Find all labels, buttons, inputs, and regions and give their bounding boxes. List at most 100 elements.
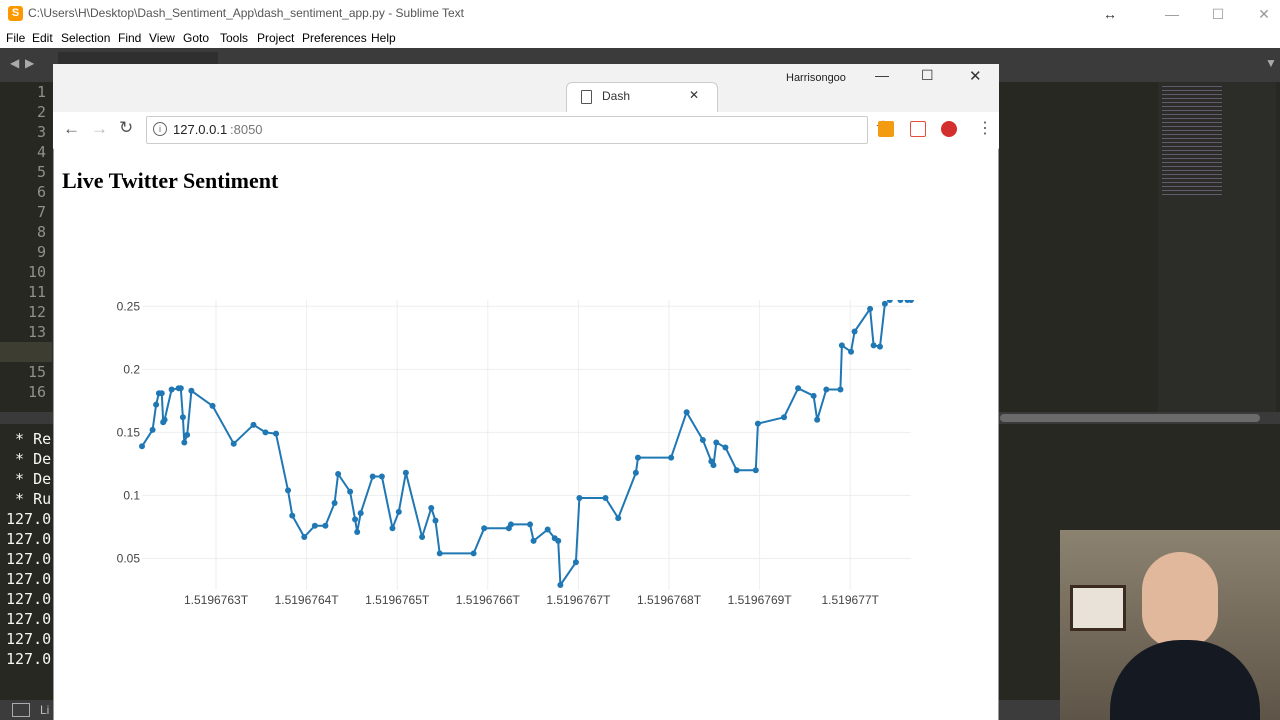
data-point bbox=[322, 522, 329, 529]
data-point bbox=[838, 342, 845, 349]
data-point bbox=[668, 454, 675, 461]
address-bar[interactable]: i 127.0.0.1 :8050 bbox=[146, 116, 868, 144]
x-tick-label: 1.519677T bbox=[822, 593, 880, 607]
extension-clip-icon[interactable] bbox=[910, 121, 926, 137]
menu-kebab-icon[interactable]: ⋮ bbox=[977, 118, 993, 138]
page-icon bbox=[581, 90, 592, 104]
line-number: 7 bbox=[36, 203, 46, 221]
data-point bbox=[357, 510, 364, 517]
data-point bbox=[188, 387, 195, 394]
window-title: C:\Users\H\Desktop\Dash_Sentiment_App\da… bbox=[28, 6, 465, 20]
sentiment-chart[interactable]: 0.05 0.1 0.15 0.2 0.25 1.5196763T 1.5196764T 1.… bbox=[54, 300, 954, 610]
scrollbar-thumb[interactable] bbox=[1000, 414, 1260, 422]
line-number: 5 bbox=[36, 163, 46, 181]
menu-view[interactable]: View bbox=[149, 31, 175, 45]
console-line: 127.0 bbox=[6, 550, 52, 568]
tab-nav-left-icon[interactable]: ◀ bbox=[10, 56, 19, 70]
maximize-button[interactable]: ☐ bbox=[1203, 4, 1233, 24]
data-point bbox=[527, 521, 534, 528]
browser-tab-bar: Harrisongoo — ☐ ✕ bbox=[53, 64, 999, 112]
data-point bbox=[369, 473, 376, 480]
data-point bbox=[713, 439, 720, 446]
x-tick-label: 1.5196766T bbox=[456, 593, 521, 607]
data-point bbox=[634, 454, 641, 461]
menu-bar: File Edit Selection Find View Goto Tools… bbox=[0, 28, 1280, 48]
menu-goto[interactable]: Goto bbox=[183, 31, 209, 45]
extension-chart-icon[interactable] bbox=[878, 121, 894, 137]
info-icon[interactable]: i bbox=[153, 122, 167, 136]
line-number: 1 bbox=[36, 83, 46, 101]
data-point bbox=[881, 300, 888, 307]
browser-close-button[interactable]: ✕ bbox=[969, 67, 982, 85]
tab-overflow-icon[interactable]: ▼ bbox=[1265, 56, 1277, 70]
y-tick-label: 0.1 bbox=[123, 488, 140, 502]
menu-file[interactable]: File bbox=[6, 31, 25, 45]
data-point bbox=[436, 550, 443, 557]
data-point bbox=[683, 409, 690, 416]
sublime-title-bar: S C:\Users\H\Desktop\Dash_Sentiment_App\… bbox=[0, 0, 1280, 28]
x-tick-label: 1.5196763T bbox=[184, 593, 249, 607]
forward-button[interactable]: → bbox=[91, 119, 108, 139]
profile-name[interactable]: Harrisongoo bbox=[786, 72, 846, 84]
data-point bbox=[432, 517, 439, 524]
data-point bbox=[823, 386, 830, 393]
data-point bbox=[352, 516, 359, 523]
extension-opera-icon[interactable] bbox=[941, 121, 957, 137]
console-line: 127.0 bbox=[6, 610, 52, 628]
line-number: 10 bbox=[27, 263, 46, 281]
line-number: 9 bbox=[36, 243, 46, 261]
console-toggle-icon[interactable] bbox=[12, 703, 30, 717]
x-tick-label: 1.5196769T bbox=[728, 593, 793, 607]
data-point bbox=[153, 401, 160, 408]
data-point bbox=[754, 420, 761, 427]
data-point bbox=[897, 300, 904, 303]
data-point bbox=[876, 343, 883, 350]
data-point bbox=[557, 581, 564, 588]
data-point bbox=[632, 469, 639, 476]
data-point bbox=[354, 529, 361, 535]
close-button[interactable]: ✕ bbox=[1249, 4, 1279, 24]
menu-edit[interactable]: Edit bbox=[32, 31, 53, 45]
data-point bbox=[139, 443, 145, 450]
back-button[interactable]: ← bbox=[63, 119, 80, 139]
menu-project[interactable]: Project bbox=[257, 31, 294, 45]
reload-button[interactable]: ↻ bbox=[119, 118, 133, 138]
menu-tools[interactable]: Tools bbox=[220, 31, 248, 45]
menu-help[interactable]: Help bbox=[371, 31, 396, 45]
data-point bbox=[848, 348, 855, 355]
line-number: 2 bbox=[36, 103, 46, 121]
line-number: 4 bbox=[36, 143, 46, 161]
data-point bbox=[470, 550, 477, 557]
minimap[interactable] bbox=[1158, 82, 1276, 412]
browser-tab[interactable]: Dash ✕ bbox=[566, 82, 718, 113]
resize-icon[interactable]: ↔ bbox=[1095, 4, 1125, 24]
menu-selection[interactable]: Selection bbox=[61, 31, 110, 45]
data-point bbox=[752, 467, 759, 474]
console-line: 127.0 bbox=[6, 630, 52, 648]
data-point bbox=[311, 522, 318, 529]
minimize-button[interactable]: — bbox=[1157, 4, 1187, 24]
browser-maximize-button[interactable]: ☐ bbox=[921, 67, 934, 84]
data-point bbox=[814, 416, 821, 423]
tab-nav-right-icon[interactable]: ▶ bbox=[25, 56, 34, 70]
sentiment-line bbox=[141, 303, 886, 586]
webcam-overlay bbox=[1060, 530, 1280, 720]
data-point bbox=[168, 386, 175, 393]
data-point bbox=[837, 386, 844, 393]
data-point bbox=[555, 537, 562, 544]
data-point bbox=[615, 515, 622, 522]
data-point bbox=[285, 487, 292, 494]
x-tick-label: 1.5196764T bbox=[275, 593, 340, 607]
data-point bbox=[699, 436, 706, 443]
y-tick-label: 0.15 bbox=[117, 425, 141, 439]
menu-find[interactable]: Find bbox=[118, 31, 141, 45]
data-point bbox=[572, 559, 579, 566]
data-point bbox=[481, 525, 488, 532]
line-number: 13 bbox=[27, 323, 46, 341]
menu-preferences[interactable]: Preferences bbox=[302, 31, 367, 45]
data-point bbox=[181, 439, 188, 446]
sublime-logo-icon: S bbox=[8, 6, 23, 21]
data-point bbox=[161, 416, 168, 423]
tab-close-icon[interactable]: ✕ bbox=[689, 88, 699, 102]
browser-minimize-button[interactable]: — bbox=[875, 67, 889, 83]
